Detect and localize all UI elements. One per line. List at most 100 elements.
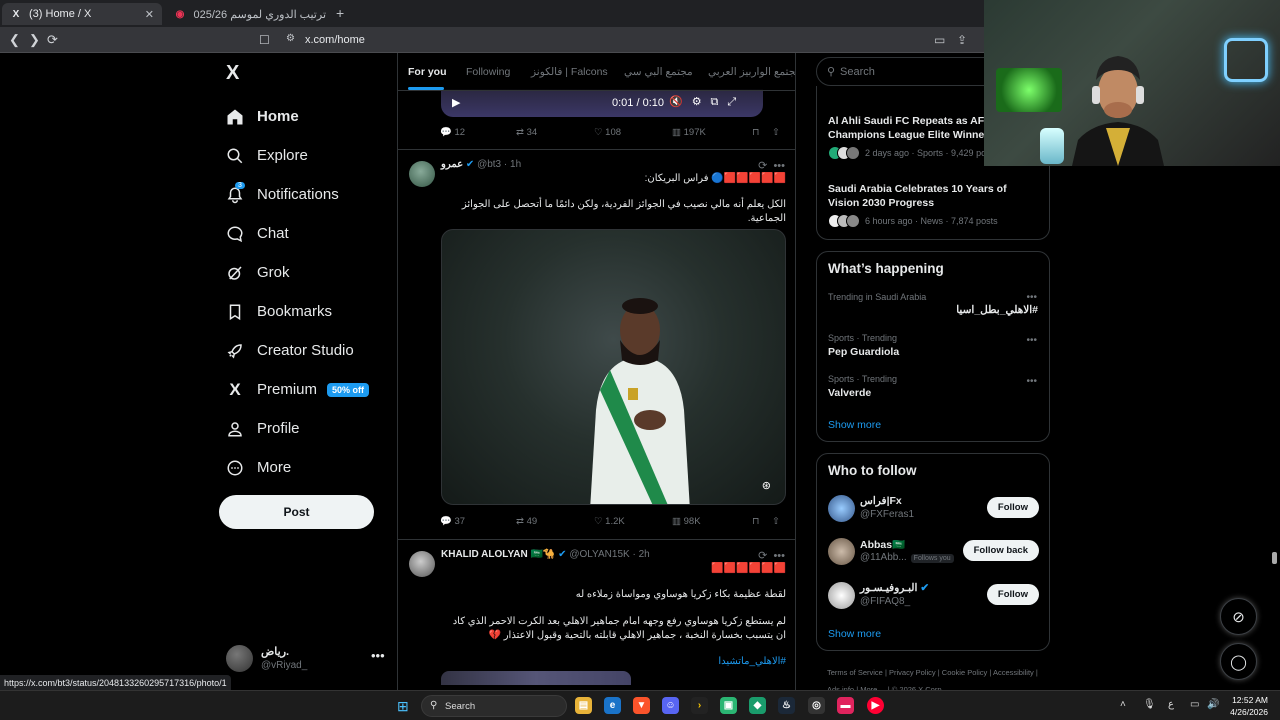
tweet-time[interactable]: 2h: [639, 549, 650, 560]
trend-name[interactable]: Pep Guardiola: [828, 346, 899, 358]
repost-button[interactable]: ⇄ 49: [516, 516, 537, 527]
nav-bookmarks[interactable]: Bookmarks: [226, 292, 396, 331]
grok-floating-button[interactable]: ⊘: [1220, 598, 1257, 635]
reload-icon[interactable]: ⟳: [47, 32, 58, 48]
play-icon[interactable]: ▶: [452, 96, 460, 109]
youtube-icon[interactable]: ▶: [867, 697, 884, 714]
new-tab-icon[interactable]: +: [336, 5, 344, 21]
follow-back-button[interactable]: Follow back: [962, 540, 1039, 561]
show-more-link[interactable]: Show more: [828, 419, 881, 431]
user-name[interactable]: Abbas🇸🇦: [860, 538, 905, 551]
nav-premium[interactable]: X Premium 50% off: [226, 370, 396, 409]
app-icon[interactable]: ▬: [837, 697, 854, 714]
nav-creator-studio[interactable]: Creator Studio: [226, 331, 396, 370]
author-name[interactable]: عمرو: [441, 159, 463, 170]
clock[interactable]: 12:52 AM 4/26/2026: [1226, 694, 1268, 718]
nav-grok[interactable]: Grok: [226, 253, 396, 292]
share-icon[interactable]: ⇧: [772, 516, 780, 527]
cast-icon[interactable]: ▭: [934, 33, 945, 47]
footer-link[interactable]: Accessibility: [993, 668, 1034, 677]
brave-icon[interactable]: ▼: [633, 697, 650, 714]
follow-button[interactable]: Follow: [986, 584, 1039, 605]
scrollbar-thumb[interactable]: [1272, 552, 1277, 564]
edge-icon[interactable]: e: [604, 697, 621, 714]
post-button[interactable]: Post: [219, 495, 374, 529]
tweet[interactable]: عمرو ✔ @bt3 · 1h ⟳ ••• 🟥🟥🟥🟥🟥🔵 فراس البري…: [398, 149, 795, 539]
like-button[interactable]: ♡ 1.2K: [594, 516, 625, 527]
views-button[interactable]: ▥ 197K: [672, 127, 706, 138]
site-info-icon[interactable]: ⚙: [286, 33, 295, 44]
hashtag-link[interactable]: #الاهلي_ماتشيدا: [718, 655, 786, 669]
tray-chevron-icon[interactable]: ˄: [1120, 699, 1126, 710]
more-dots-icon[interactable]: •••: [1026, 335, 1037, 346]
tab-pc-community[interactable]: مجتمع البي سي: [624, 66, 693, 78]
tweet-menu-icon[interactable]: ⟳ •••: [758, 549, 785, 562]
discord-icon[interactable]: ☺: [662, 697, 679, 714]
reply-button[interactable]: 💬 37: [440, 516, 465, 527]
back-icon[interactable]: ❮: [9, 32, 20, 48]
news-title[interactable]: Saudi Arabia Celebrates 10 Years of Visi…: [828, 182, 1038, 210]
url-field[interactable]: x.com/home: [305, 34, 365, 46]
footer-link[interactable]: Cookie Policy: [942, 668, 987, 677]
nav-notifications[interactable]: 3 Notifications: [226, 175, 396, 214]
bookmark-icon[interactable]: ⊓: [752, 516, 759, 527]
language-indicator[interactable]: ع: [1168, 699, 1174, 710]
tweet-photo[interactable]: ⊛: [441, 229, 786, 505]
trend-name[interactable]: #الاهلي_بطل_اسيا: [956, 304, 1038, 316]
chat-floating-button[interactable]: ◯: [1220, 643, 1257, 680]
user-name[interactable]: فراس|Fx: [860, 495, 902, 507]
alt-icon[interactable]: ⊛: [762, 479, 771, 492]
tab-following[interactable]: Following: [466, 66, 510, 78]
steam-icon[interactable]: ♨: [778, 697, 795, 714]
author-name[interactable]: KHALID ALOLYAN 🇸🇦🐪: [441, 549, 555, 560]
user-name[interactable]: البـروفيـسـور: [860, 582, 917, 594]
forward-icon[interactable]: ❯: [29, 32, 40, 48]
follow-button[interactable]: Follow: [986, 497, 1039, 518]
nav-chat[interactable]: Chat: [226, 214, 396, 253]
tweet-time[interactable]: 1h: [510, 159, 521, 170]
more-dots-icon[interactable]: •••: [1026, 376, 1037, 387]
avatar[interactable]: [828, 582, 855, 609]
views-button[interactable]: ▥ 98K: [672, 516, 701, 527]
app-icon[interactable]: ◆: [749, 697, 766, 714]
volume-icon[interactable]: 🔊: [1207, 699, 1219, 710]
video-control-icons[interactable]: 🔇⚙⧉⤢: [669, 95, 745, 109]
browser-tab-x-home[interactable]: X (3) Home / X ✕: [2, 3, 162, 25]
nav-profile[interactable]: Profile: [226, 409, 396, 448]
bookmark-icon[interactable]: ⊓: [752, 127, 759, 138]
avatar[interactable]: [828, 538, 855, 565]
close-tab-icon[interactable]: ✕: [145, 8, 154, 21]
avatar[interactable]: [409, 161, 435, 187]
reply-button[interactable]: 💬 12: [440, 127, 465, 138]
share-icon[interactable]: ⇧: [772, 127, 780, 138]
tweet[interactable]: KHALID ALOLYAN 🇸🇦🐪 ✔ @OLYAN15K · 2h ⟳ ••…: [398, 539, 795, 690]
windows-start-icon[interactable]: ⊞: [397, 698, 409, 715]
tweet-menu-icon[interactable]: ⟳ •••: [758, 159, 785, 172]
more-dots-icon[interactable]: •••: [1026, 292, 1037, 303]
app-icon[interactable]: ◎: [808, 697, 825, 714]
show-more-link[interactable]: Show more: [828, 628, 881, 640]
tab-warbeez-community[interactable]: مجتمع الواربيز العربي: [708, 66, 795, 78]
microphone-icon[interactable]: 🎙: [1143, 699, 1156, 710]
tab-for-you[interactable]: For you: [408, 66, 447, 78]
bookmark-star-icon[interactable]: ☐: [259, 33, 270, 47]
file-explorer-icon[interactable]: ▤: [575, 697, 592, 714]
taskbar-search[interactable]: ⚲ Search: [421, 695, 567, 717]
share-icon[interactable]: ⇪: [957, 33, 967, 47]
nav-more[interactable]: More: [226, 448, 396, 487]
trend-name[interactable]: Valverde: [828, 387, 871, 399]
nav-explore[interactable]: Explore: [226, 136, 396, 175]
app-icon[interactable]: ›: [691, 697, 708, 714]
browser-tab-league[interactable]: ◉ ترتيب الدوري لموسم 2025/26 | النقاط،: [166, 3, 334, 25]
account-switcher[interactable]: رياض. @vRiyad_ •••: [226, 643, 386, 673]
avatar[interactable]: [409, 551, 435, 577]
nav-home[interactable]: Home: [226, 97, 396, 136]
tweet-media-preview[interactable]: [441, 671, 631, 685]
more-dots-icon[interactable]: •••: [371, 648, 385, 663]
avatar[interactable]: [828, 495, 855, 522]
network-icon[interactable]: ▭: [1190, 699, 1199, 710]
repost-button[interactable]: ⇄ 34: [516, 127, 537, 138]
app-icon[interactable]: ▣: [720, 697, 737, 714]
tab-falcons[interactable]: فالكونز | Falcons: [531, 66, 608, 78]
footer-link[interactable]: Privacy Policy: [889, 668, 936, 677]
